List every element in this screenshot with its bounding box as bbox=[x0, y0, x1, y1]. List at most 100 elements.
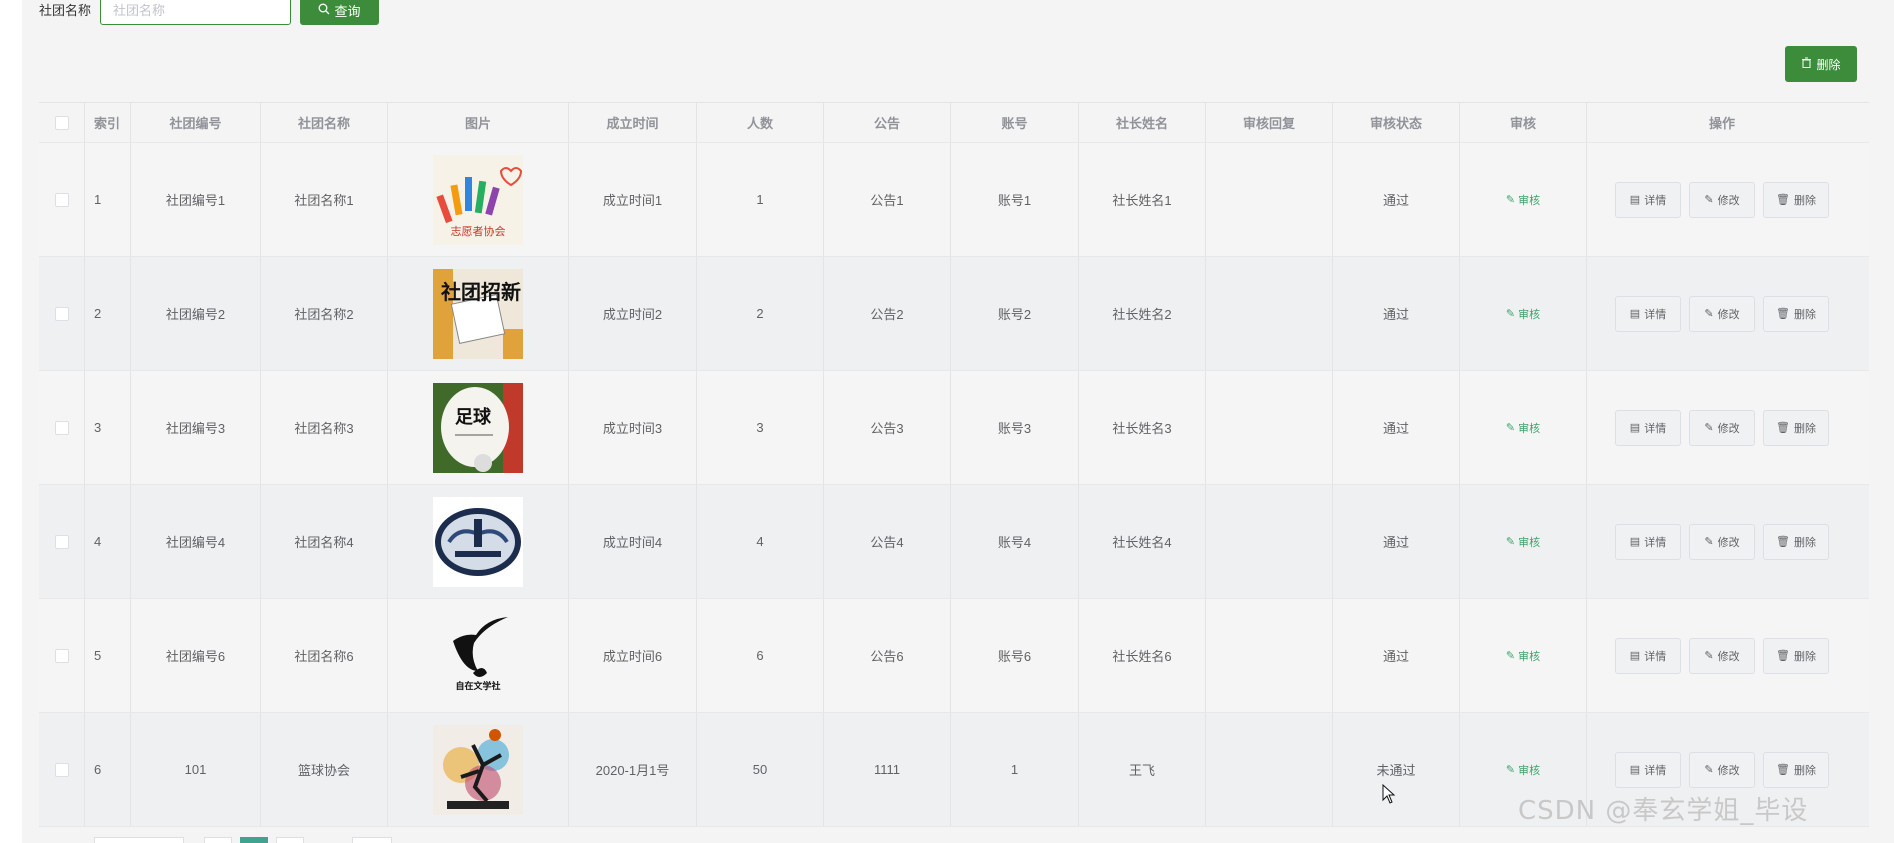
audit-link[interactable]: ✎ 审核 bbox=[1506, 534, 1540, 550]
cell-index: 6 bbox=[85, 713, 131, 826]
cell-audit: ✎ 审核 bbox=[1460, 599, 1587, 712]
cell-ops: ▤ 详情 ✎ 修改 🗑 删除 bbox=[1587, 599, 1857, 712]
cell-ops: ▤ 详情 ✎ 修改 🗑 删除 bbox=[1587, 371, 1857, 484]
cell-leader: 社长姓名2 bbox=[1079, 257, 1206, 370]
row-checkbox[interactable] bbox=[54, 648, 69, 663]
edit-button[interactable]: ✎ 修改 bbox=[1689, 523, 1755, 560]
detail-button[interactable]: ▤ 详情 bbox=[1615, 637, 1681, 674]
cell-name: 社团名称1 bbox=[261, 143, 388, 256]
cell-index: 2 bbox=[85, 257, 131, 370]
edit-button[interactable]: ✎ 修改 bbox=[1689, 637, 1755, 674]
detail-button-label: 详情 bbox=[1644, 422, 1667, 435]
delete-button[interactable]: 🗑 删除 bbox=[1763, 637, 1829, 674]
header-leader: 社长姓名 bbox=[1079, 103, 1206, 142]
basketball-poster-image bbox=[433, 724, 523, 815]
edit-button[interactable]: ✎ 修改 bbox=[1689, 751, 1755, 788]
cell-leader: 社长姓名1 bbox=[1079, 143, 1206, 256]
edit-button[interactable]: ✎ 修改 bbox=[1689, 409, 1755, 446]
cell-count: 4 bbox=[697, 485, 824, 598]
audit-link[interactable]: ✎ 审核 bbox=[1506, 762, 1540, 778]
cell-image: 自在文学社 bbox=[388, 599, 569, 712]
detail-button-label: 详情 bbox=[1644, 650, 1667, 663]
cell-time: 成立时间1 bbox=[569, 143, 697, 256]
delete-button-label: 删除 bbox=[1793, 194, 1816, 207]
document-icon: ▤ bbox=[1629, 308, 1641, 320]
cell-audit: ✎ 审核 bbox=[1460, 257, 1587, 370]
select-all-checkbox[interactable] bbox=[54, 115, 69, 130]
batch-delete-button[interactable]: 删除 bbox=[1785, 46, 1857, 82]
cell-image: 足球 bbox=[388, 371, 569, 484]
row-checkbox[interactable] bbox=[54, 762, 69, 777]
edit-button[interactable]: ✎ 修改 bbox=[1689, 295, 1755, 332]
detail-button[interactable]: ▤ 详情 bbox=[1615, 181, 1681, 218]
detail-button[interactable]: ▤ 详情 bbox=[1615, 751, 1681, 788]
cell-leader: 社长姓名4 bbox=[1079, 485, 1206, 598]
detail-button-label: 详情 bbox=[1644, 536, 1667, 549]
document-icon: ▤ bbox=[1629, 422, 1641, 434]
cell-time: 成立时间4 bbox=[569, 485, 697, 598]
cell-audit: ✎ 审核 bbox=[1460, 485, 1587, 598]
cell-notice: 公告2 bbox=[824, 257, 951, 370]
delete-button[interactable]: 🗑 删除 bbox=[1763, 409, 1829, 446]
cell-account: 账号4 bbox=[951, 485, 1079, 598]
cell-code: 社团编号1 bbox=[131, 143, 261, 256]
colorful-hands-image: 志愿者协会 bbox=[433, 154, 523, 245]
search-button[interactable]: 查询 bbox=[300, 0, 379, 25]
table-row: 1 社团编号1 社团名称1 志愿者协会 成立时间1 1 公告1 账号1 社长姓名… bbox=[39, 143, 1869, 257]
svg-text:社团招新: 社团招新 bbox=[440, 280, 521, 304]
search-input[interactable] bbox=[100, 0, 291, 25]
cell-image bbox=[388, 713, 569, 826]
search-icon bbox=[318, 3, 330, 18]
cell-index: 4 bbox=[85, 485, 131, 598]
delete-button[interactable]: 🗑 删除 bbox=[1763, 751, 1829, 788]
cell-code: 101 bbox=[131, 713, 261, 826]
cell-code: 社团编号3 bbox=[131, 371, 261, 484]
audit-link[interactable]: ✎ 审核 bbox=[1506, 648, 1540, 664]
cell-reply bbox=[1206, 143, 1333, 256]
cell-reply bbox=[1206, 257, 1333, 370]
delete-button-label: 删除 bbox=[1793, 422, 1816, 435]
edit-button[interactable]: ✎ 修改 bbox=[1689, 181, 1755, 218]
next-page-button[interactable] bbox=[276, 837, 304, 843]
detail-button[interactable]: ▤ 详情 bbox=[1615, 409, 1681, 446]
page-jump-input[interactable] bbox=[352, 837, 392, 843]
cell-leader: 社长姓名6 bbox=[1079, 599, 1206, 712]
audit-link[interactable]: ✎ 审核 bbox=[1506, 420, 1540, 436]
prev-page-button[interactable] bbox=[204, 837, 232, 843]
header-account: 账号 bbox=[951, 103, 1079, 142]
page-size-select[interactable] bbox=[94, 837, 184, 843]
cell-name: 社团名称3 bbox=[261, 371, 388, 484]
detail-button[interactable]: ▤ 详情 bbox=[1615, 295, 1681, 332]
audit-link[interactable]: ✎ 审核 bbox=[1506, 306, 1540, 322]
cell-ops: ▤ 详情 ✎ 修改 🗑 删除 bbox=[1587, 485, 1857, 598]
header-notice: 公告 bbox=[824, 103, 951, 142]
edit-icon: ✎ bbox=[1704, 650, 1714, 662]
audit-link-label: 审核 bbox=[1518, 764, 1541, 777]
detail-button[interactable]: ▤ 详情 bbox=[1615, 523, 1681, 560]
row-checkbox[interactable] bbox=[54, 192, 69, 207]
search-label: 社团名称 bbox=[39, 3, 92, 18]
cell-status: 通过 bbox=[1333, 485, 1460, 598]
cell-status: 通过 bbox=[1333, 257, 1460, 370]
delete-button[interactable]: 🗑 删除 bbox=[1763, 181, 1829, 218]
delete-button[interactable]: 🗑 删除 bbox=[1763, 523, 1829, 560]
row-checkbox[interactable] bbox=[54, 420, 69, 435]
cell-ops: ▤ 详情 ✎ 修改 🗑 删除 bbox=[1587, 257, 1857, 370]
cell-count: 2 bbox=[697, 257, 824, 370]
edit-icon: ✎ bbox=[1704, 308, 1714, 320]
delete-button[interactable]: 🗑 删除 bbox=[1763, 295, 1829, 332]
cell-image: 社团招新 bbox=[388, 257, 569, 370]
row-checkbox[interactable] bbox=[54, 534, 69, 549]
row-select-cell bbox=[39, 599, 85, 712]
mouse-cursor-icon bbox=[1382, 783, 1396, 807]
row-checkbox[interactable] bbox=[54, 306, 69, 321]
cell-count: 6 bbox=[697, 599, 824, 712]
cell-name: 社团名称4 bbox=[261, 485, 388, 598]
cell-notice: 公告6 bbox=[824, 599, 951, 712]
audit-link[interactable]: ✎ 审核 bbox=[1506, 192, 1540, 208]
trash-icon: 🗑 bbox=[1776, 764, 1790, 776]
cell-notice: 1111 bbox=[824, 713, 951, 826]
row-select-cell bbox=[39, 713, 85, 826]
edit-icon: ✎ bbox=[1505, 422, 1516, 434]
page-number-active[interactable] bbox=[240, 837, 268, 843]
